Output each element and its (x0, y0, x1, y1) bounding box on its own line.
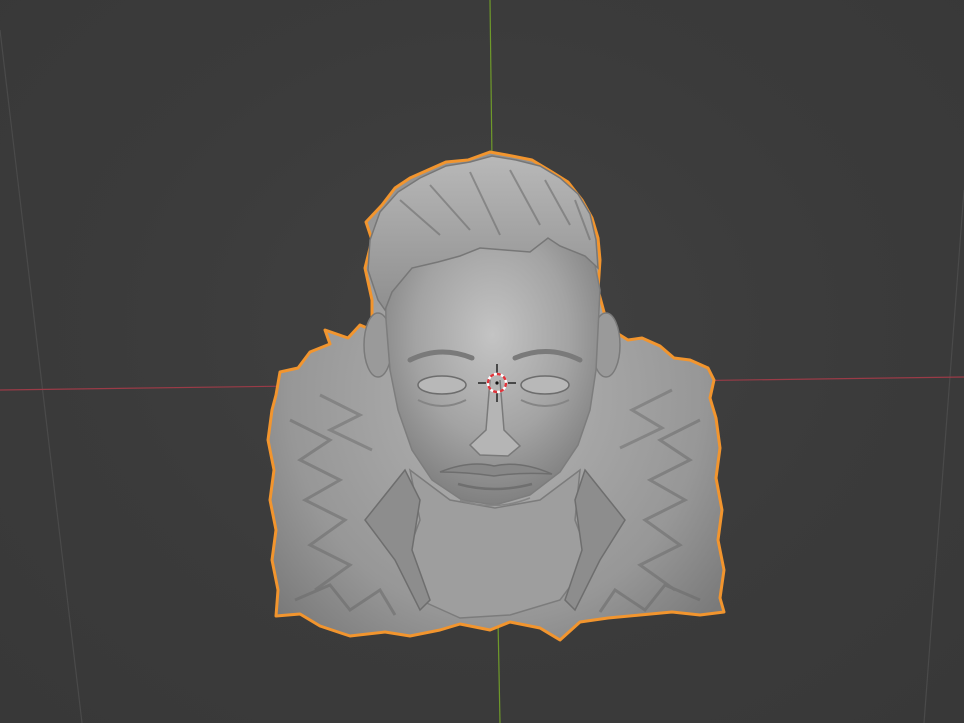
bust-model[interactable] (266, 150, 726, 642)
grid-line-right (923, 189, 964, 723)
3d-viewport[interactable] (0, 0, 964, 723)
y-axis-line-bottom (497, 619, 501, 723)
eye-left (417, 375, 467, 395)
grid-line-left (0, 29, 83, 723)
viewport-canvas[interactable] (0, 0, 964, 723)
y-axis-line-top (489, 0, 493, 161)
eye-right (520, 375, 570, 395)
